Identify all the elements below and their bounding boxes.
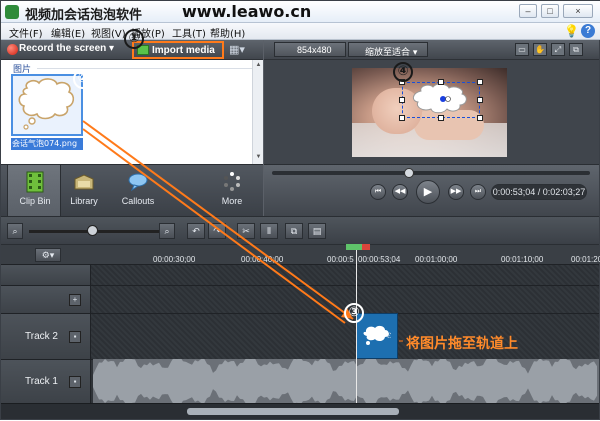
step-marker-2: ② — [73, 69, 93, 89]
app-window: 视频加会话泡泡软件 www.leawo.cn – □ × 文件(F) 编辑(E)… — [0, 0, 600, 420]
drag-hint-text: 将图片拖至轨道上 — [406, 336, 518, 352]
drag-arrows-overlay — [82, 120, 403, 342]
step-marker-1: ① — [124, 29, 144, 49]
step-marker-3: ③ — [344, 303, 364, 323]
step-marker-4: ④ — [393, 62, 413, 82]
